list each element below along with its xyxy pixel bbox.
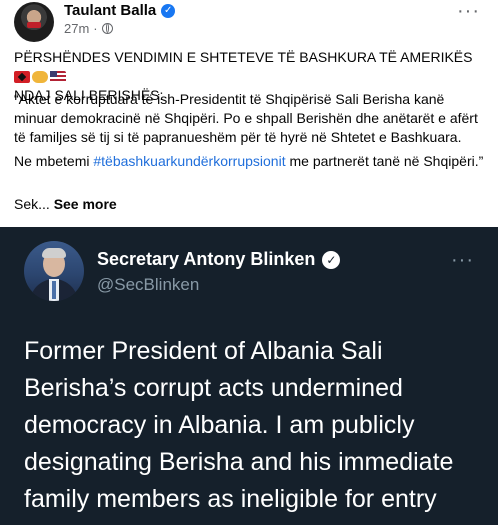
post-more-options-button[interactable]: ··· bbox=[457, 1, 480, 21]
post-paragraph-2: “Aktet e korruptuara të ish-Presidentit … bbox=[14, 91, 478, 145]
embedded-tweet-image[interactable]: Secretary Antony Blinken ✓ @SecBlinken ·… bbox=[0, 227, 498, 525]
flag-emojis bbox=[14, 71, 66, 83]
truncated-text: Sek... bbox=[14, 196, 54, 212]
hashtag-link[interactable]: #tëbashkuarkundërkorrupsionit bbox=[93, 153, 285, 169]
facebook-post: Taulant Balla ✓ 27m · ··· PËRSHËNDES VEN… bbox=[0, 0, 498, 227]
tweet-more-icon: ··· bbox=[451, 249, 474, 271]
see-more-link[interactable]: See more bbox=[54, 196, 117, 212]
handshake-icon bbox=[32, 71, 48, 83]
verified-badge-icon: ✓ bbox=[161, 3, 176, 18]
author-row: Taulant Balla ✓ bbox=[64, 2, 176, 19]
author-avatar[interactable] bbox=[14, 2, 54, 42]
tweet-body: Former President of Albania Sali Berisha… bbox=[24, 337, 454, 513]
tweet-handle: @SecBlinken bbox=[97, 275, 200, 294]
post-p3-after: me partnerët tanë në Shqipëri.” bbox=[285, 153, 484, 169]
post-paragraph-3: Ne mbetemi #tëbashkuarkundërkorrupsionit… bbox=[14, 152, 490, 171]
tweet-verified-icon: ✓ bbox=[322, 250, 341, 269]
albania-flag-icon bbox=[14, 71, 30, 83]
globe-icon bbox=[101, 23, 113, 34]
post-time[interactable]: 27m bbox=[64, 21, 89, 36]
post-paragraph-4: Sek... See more bbox=[14, 195, 490, 214]
post-p3-before: Ne mbetemi bbox=[14, 153, 94, 169]
tweet-author-avatar bbox=[24, 241, 84, 301]
post-headline: PËRSHËNDES VENDIMIN E SHTETEVE TË BASHKU… bbox=[14, 49, 473, 65]
post-meta: 27m · bbox=[64, 21, 113, 36]
tweet-author-name: Secretary Antony Blinken bbox=[97, 249, 316, 269]
author-name[interactable]: Taulant Balla bbox=[64, 2, 156, 19]
us-flag-icon bbox=[50, 71, 66, 83]
tweet-name-row: Secretary Antony Blinken ✓ bbox=[97, 249, 341, 270]
